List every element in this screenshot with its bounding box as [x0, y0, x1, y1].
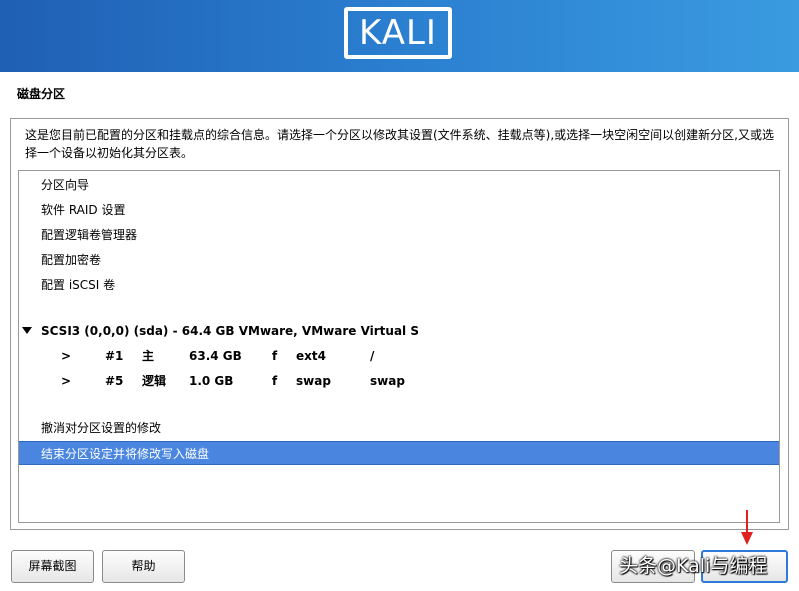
menu-item-encrypted-volumes[interactable]: 配置加密卷 — [19, 248, 779, 272]
continue-button[interactable]: 继续 — [701, 550, 788, 583]
content-frame: 这是您目前已配置的分区和挂载点的综合信息。请选择一个分区以修改其设置(文件系统、… — [10, 118, 789, 530]
screenshot-button[interactable]: 屏幕截图 — [11, 550, 94, 583]
partition-number: #5 — [105, 374, 124, 388]
menu-item-label: 配置逻辑卷管理器 — [41, 228, 138, 242]
red-arrow-icon — [741, 510, 753, 545]
menu-item-label: 配置加密卷 — [41, 253, 102, 267]
partition-size: 1.0 GB — [189, 374, 234, 388]
header-banner: KALI — [0, 0, 799, 72]
menu-item-lvm[interactable]: 配置逻辑卷管理器 — [19, 223, 779, 247]
menu-item-label: 结束分区设定并将修改写入磁盘 — [41, 447, 210, 461]
partition-flag: f — [272, 374, 278, 388]
menu-item-label: 软件 RAID 设置 — [41, 203, 126, 217]
menu-item-partition-wizard[interactable]: 分区向导 — [19, 173, 779, 197]
go-back-button[interactable] — [611, 550, 695, 583]
menu-item-label: 配置 iSCSI 卷 — [41, 278, 116, 292]
partition-list: 分区向导 软件 RAID 设置 配置逻辑卷管理器 配置加密卷 配置 iSCSI … — [18, 170, 780, 523]
disk-label: SCSI3 (0,0,0) (sda) - 64.4 GB VMware, VM… — [41, 324, 419, 338]
partition-mount: swap — [370, 374, 405, 388]
partition-fs: ext4 — [296, 349, 326, 363]
partition-mount: / — [370, 349, 375, 363]
kali-logo: KALI — [344, 7, 452, 59]
partition-marker: > — [61, 349, 72, 363]
disk-sda[interactable]: SCSI3 (0,0,0) (sda) - 64.4 GB VMware, VM… — [19, 319, 779, 343]
partition-fs: swap — [296, 374, 331, 388]
partition-number: #1 — [105, 349, 124, 363]
menu-item-iscsi[interactable]: 配置 iSCSI 卷 — [19, 273, 779, 297]
partition-row-1[interactable]: > #1 主 63.4 GB f ext4 / — [19, 344, 779, 368]
partition-marker: > — [61, 374, 72, 388]
page-description: 这是您目前已配置的分区和挂载点的综合信息。请选择一个分区以修改其设置(文件系统、… — [25, 128, 774, 160]
menu-item-software-raid[interactable]: 软件 RAID 设置 — [19, 198, 779, 222]
undo-changes-item[interactable]: 撤消对分区设置的修改 — [19, 416, 779, 440]
partition-size: 63.4 GB — [189, 349, 242, 363]
menu-item-label: 撤消对分区设置的修改 — [41, 421, 162, 435]
menu-item-label: 分区向导 — [41, 178, 90, 192]
help-button[interactable]: 帮助 — [102, 550, 185, 583]
expand-triangle-icon — [22, 327, 32, 334]
partition-type: 主 — [142, 349, 155, 363]
partition-type: 逻辑 — [142, 374, 167, 388]
finish-partitioning-item[interactable]: 结束分区设定并将修改写入磁盘 — [19, 441, 779, 465]
page-title: 磁盘分区 — [17, 87, 66, 101]
partition-row-5[interactable]: > #5 逻辑 1.0 GB f swap swap — [19, 369, 779, 393]
partition-flag: f — [272, 349, 278, 363]
